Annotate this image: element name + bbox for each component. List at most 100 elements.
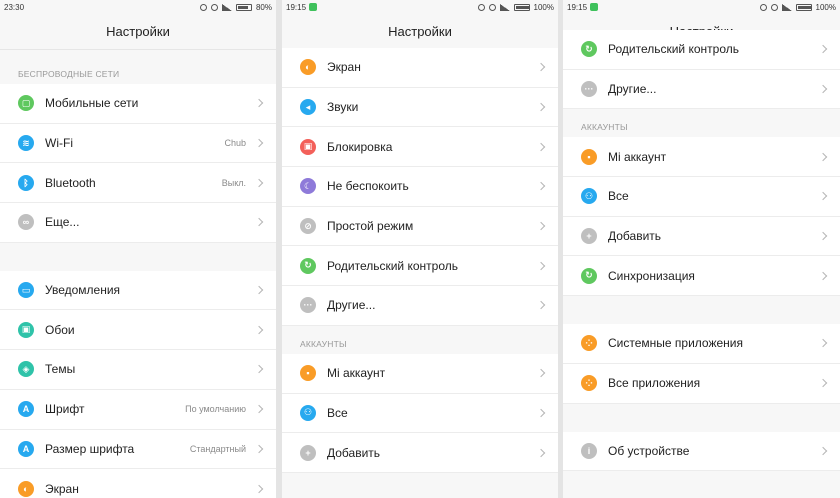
settings-item[interactable]: ☾ Не беспокоить — [282, 167, 558, 207]
settings-item-label: Шрифт — [45, 402, 85, 417]
settings-item-label: Экран — [327, 60, 361, 75]
settings-item-label: Еще... — [45, 215, 80, 230]
chevron-right-icon — [818, 271, 828, 281]
settings-item[interactable]: ≋ Wi-Fi Chub — [0, 123, 276, 164]
chevron-right-icon — [254, 444, 264, 454]
settings-item[interactable]: ⁘ Все приложения — [563, 363, 840, 404]
chevron-right-icon — [818, 192, 828, 201]
settings-list: ◐ Экран ◂ Звуки ▣ Блокировка ☾ Не беспокоить ⊘ Пр… — [282, 48, 558, 473]
settings-item[interactable]: ◐ Экран — [0, 469, 276, 498]
person-icon: ⚇ — [300, 404, 316, 421]
settings-item[interactable]: i Об устройстве — [563, 431, 840, 472]
sound-icon: ◂ — [300, 99, 316, 116]
chevron-right-icon — [818, 231, 828, 241]
chevron-right-icon — [818, 378, 828, 388]
chevron-right-icon — [536, 408, 546, 418]
settings-item[interactable]: ↻ Синхронизация — [563, 256, 840, 297]
settings-item[interactable]: ▣ Блокировка — [282, 127, 558, 168]
settings-item-label: Добавить — [327, 445, 381, 460]
settings-item-label: Wi-Fi — [45, 136, 73, 151]
add-icon: + — [300, 444, 316, 461]
chevron-right-icon — [818, 152, 828, 161]
settings-item[interactable]: ↻ Родительский контроль — [563, 30, 840, 70]
settings-item-label: Родительский контроль — [327, 258, 458, 273]
battery-percent: 80% — [255, 2, 272, 12]
person-icon: ⚇ — [581, 188, 597, 205]
status-right: 100% — [759, 3, 836, 12]
section-header: Беспроводные сети — [18, 69, 120, 79]
status-right: 100% — [477, 2, 554, 12]
settings-item[interactable]: ▢ Мобильные сети — [0, 84, 276, 124]
theme-icon: ◈ — [18, 361, 34, 378]
alarm-icon — [759, 3, 767, 11]
chevron-right-icon — [254, 178, 264, 187]
simple-mode-icon: ⊘ — [300, 218, 316, 235]
settings-item[interactable]: ▣ Обои — [0, 310, 276, 351]
settings-item-label: Другие... — [327, 298, 376, 313]
lock-icon: ▣ — [300, 138, 316, 155]
status-left: 19:15 — [286, 2, 318, 12]
battery-percent: 100% — [533, 2, 554, 12]
settings-item[interactable]: ↻ Родительский контроль — [282, 246, 558, 287]
settings-item[interactable]: ··· Другие... — [563, 69, 840, 110]
battery-icon — [795, 3, 812, 11]
settings-item-label: Звуки — [327, 100, 359, 115]
settings-item[interactable]: ∞ Еще... — [0, 203, 276, 243]
wallpaper-icon: ▣ — [18, 321, 34, 338]
settings-item[interactable]: ◈ Темы — [0, 350, 276, 390]
settings-item[interactable]: ▭ Уведомления — [0, 270, 276, 311]
status-bar: 19:15 100% — [282, 0, 558, 14]
chevron-right-icon — [818, 339, 828, 348]
status-left: 19:15 — [567, 3, 599, 12]
chevron-right-icon — [536, 102, 546, 112]
settings-item[interactable]: A Размер шрифта Стандартный — [0, 429, 276, 470]
notification-icon — [590, 3, 599, 11]
display-icon: ◐ — [300, 59, 316, 76]
settings-item-label: Mi аккаунт — [608, 149, 667, 164]
status-time: 19:15 — [286, 2, 307, 12]
settings-item-label: Мобильные сети — [45, 96, 139, 111]
settings-item-value: Выкл. — [221, 177, 246, 188]
alarm-icon — [199, 3, 207, 11]
settings-item[interactable]: ◂ Звуки — [282, 87, 558, 128]
settings-item-label: Bluetooth — [45, 175, 96, 190]
settings-item[interactable]: ⚇ Все — [282, 393, 558, 434]
settings-item-label: Уведомления — [45, 283, 121, 298]
settings-item-label: Mi аккаунт — [327, 366, 386, 381]
settings-item[interactable]: ᛒ Bluetooth Выкл. — [0, 163, 276, 204]
settings-item[interactable]: ▪ Mi аккаунт — [563, 137, 840, 178]
chevron-right-icon — [536, 368, 546, 378]
settings-list: ↻ Родительский контроль ··· Другие... Аккаун… — [563, 30, 840, 472]
parental-icon: ↻ — [581, 41, 597, 58]
settings-item[interactable]: ⁘ Системные приложения — [563, 324, 840, 364]
settings-item[interactable]: + Добавить — [563, 216, 840, 257]
chevron-right-icon — [254, 325, 264, 335]
chevron-right-icon — [536, 261, 546, 271]
font-size-icon: A — [18, 440, 34, 457]
settings-panel-2: 19:15 100% Настройки ◐ Экран ◂ Звуки ▣ Блокировк… — [282, 0, 558, 498]
settings-item-label: Все — [327, 405, 348, 420]
chevron-right-icon — [254, 365, 264, 374]
settings-item-label: Об устройстве — [608, 443, 690, 458]
chevron-right-icon — [536, 448, 546, 457]
settings-item-label: Блокировка — [327, 139, 393, 154]
settings-item[interactable]: + Добавить — [282, 433, 558, 473]
settings-item-value: По умолчанию — [185, 404, 246, 415]
signal-icon — [221, 3, 232, 11]
settings-item[interactable]: ⚇ Все — [563, 177, 840, 217]
settings-panel-1: 23:30 80% Настройки Беспроводные сети ▢ Мобил… — [0, 0, 276, 498]
chevron-right-icon — [818, 84, 828, 94]
settings-item[interactable]: ▪ Mi аккаунт — [282, 353, 558, 394]
settings-item[interactable]: ··· Другие... — [282, 286, 558, 326]
settings-item-label: Темы — [45, 362, 76, 377]
info-icon: i — [581, 442, 597, 459]
wifi-status-icon — [770, 3, 778, 11]
settings-list: Беспроводные сети ▢ Мобильные сети ≋ Wi-Fi Ch… — [0, 64, 276, 498]
settings-item[interactable]: A Шрифт По умолчанию — [0, 389, 276, 430]
chevron-right-icon — [536, 182, 546, 191]
settings-item[interactable]: ⊘ Простой режим — [282, 206, 558, 247]
settings-item[interactable]: ◐ Экран — [282, 48, 558, 88]
